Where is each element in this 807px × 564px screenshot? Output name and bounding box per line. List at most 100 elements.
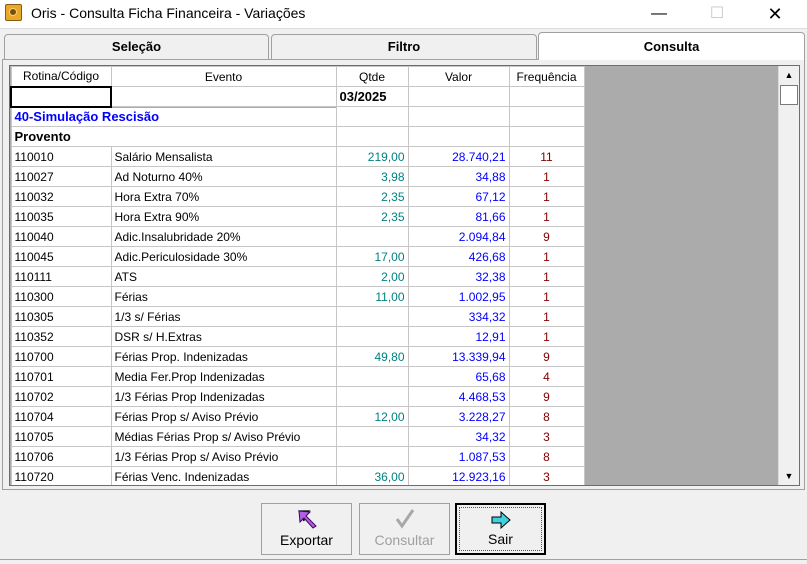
results-grid[interactable]: Rotina/Código Evento Qtde Valor Frequênc…: [9, 65, 800, 486]
cell-codigo: 110010: [10, 146, 112, 167]
tab-selecao[interactable]: Seleção: [4, 34, 269, 60]
cell-valor: 3.228,27: [407, 406, 510, 427]
cell-frequencia: 1: [508, 186, 585, 207]
cell-qtde: [335, 326, 409, 347]
column-header-frequencia[interactable]: Frequência: [508, 66, 585, 87]
cell-codigo: 110027: [10, 166, 112, 187]
checkmark-icon: [360, 507, 449, 531]
sair-label: Sair: [488, 531, 513, 547]
header-row: Rotina/Código Evento Qtde Valor Frequênc…: [10, 66, 585, 87]
cell-qtde: 49,80: [335, 346, 409, 367]
table-row[interactable]: 110032 Hora Extra 70% 2,35 67,12 1: [10, 186, 585, 207]
group-label: 40-Simulação Rescisão: [10, 106, 337, 127]
cell-valor: 65,68: [407, 366, 510, 387]
cell-frequencia: 4: [508, 366, 585, 387]
cell-frequencia: 1: [508, 286, 585, 307]
cell-qtde: 3,98: [335, 166, 409, 187]
table-row[interactable]: 110720 Férias Venc. Indenizadas 36,00 12.92…: [10, 466, 585, 485]
table-row[interactable]: 110702 1/3 Férias Prop Indenizadas 4.468,5…: [10, 386, 585, 407]
consultar-label: Consultar: [374, 532, 435, 548]
cell-qtde: [335, 306, 409, 327]
cell-evento: Adic.Periculosidade 30%: [110, 246, 337, 267]
cell-valor: 12,91: [407, 326, 510, 347]
cell-frequencia: 8: [508, 446, 585, 467]
cell-valor: 32,38: [407, 266, 510, 287]
column-header-valor[interactable]: Valor: [407, 66, 510, 87]
exportar-button[interactable]: Exportar: [261, 503, 352, 555]
tab-filtro[interactable]: Filtro: [271, 34, 537, 60]
cell-valor: 1.087,53: [407, 446, 510, 467]
cell-evento: Salário Mensalista: [110, 146, 337, 167]
consultar-button[interactable]: Consultar: [359, 503, 450, 555]
empty-cell: [407, 106, 510, 127]
cell-evento: Férias: [110, 286, 337, 307]
table-row[interactable]: 110305 1/3 s/ Férias 334,32 1: [10, 306, 585, 327]
cell-frequencia: 1: [508, 266, 585, 287]
column-header-evento[interactable]: Evento: [110, 66, 337, 87]
cell-evento: DSR s/ H.Extras: [110, 326, 337, 347]
cell-qtde: [335, 226, 409, 247]
cell-valor: 28.740,21: [407, 146, 510, 167]
exportar-label: Exportar: [280, 532, 333, 548]
group-row: 40-Simulação Rescisão: [10, 106, 585, 127]
cell-qtde: 2,35: [335, 206, 409, 227]
column-header-qtde[interactable]: Qtde: [335, 66, 409, 87]
cell-codigo: 110701: [10, 366, 112, 387]
exit-arrow-icon: [457, 508, 544, 532]
table-row[interactable]: 110704 Férias Prop s/ Aviso Prévio 12,00 3.…: [10, 406, 585, 427]
results-table: Rotina/Código Evento Qtde Valor Frequênc…: [10, 66, 585, 485]
selected-cell[interactable]: [10, 85, 112, 108]
minimize-button[interactable]: —: [636, 0, 682, 28]
cell-evento: 1/3 Férias Prop Indenizadas: [110, 386, 337, 407]
cell-qtde: [335, 366, 409, 387]
cell-qtde: 2,00: [335, 266, 409, 287]
scroll-thumb[interactable]: [780, 85, 798, 105]
cell-frequencia: 3: [508, 426, 585, 447]
sair-button[interactable]: Sair: [455, 503, 546, 555]
table-row[interactable]: 110700 Férias Prop. Indenizadas 49,80 13.33…: [10, 346, 585, 367]
table-row[interactable]: 110705 Médias Férias Prop s/ Aviso Prévio…: [10, 426, 585, 447]
cell-qtde: [335, 446, 409, 467]
empty-cell: [110, 86, 337, 107]
column-header-rotina[interactable]: Rotina/Código: [10, 66, 112, 87]
table-row[interactable]: 110040 Adic.Insalubridade 20% 2.094,84 9: [10, 226, 585, 247]
section-label: Provento: [10, 126, 337, 147]
cell-codigo: 110702: [10, 386, 112, 407]
cell-valor: 426,68: [407, 246, 510, 267]
empty-cell: [508, 126, 585, 147]
table-row[interactable]: 110352 DSR s/ H.Extras 12,91 1: [10, 326, 585, 347]
scroll-up-arrow-icon[interactable]: ▲: [779, 66, 799, 84]
cell-qtde: [335, 426, 409, 447]
table-row[interactable]: 110111 ATS 2,00 32,38 1: [10, 266, 585, 287]
table-row[interactable]: 110045 Adic.Periculosidade 30% 17,00 426,68…: [10, 246, 585, 267]
export-arrow-icon: [262, 507, 351, 531]
section-row: Provento: [10, 126, 585, 147]
cell-valor: 81,66: [407, 206, 510, 227]
cell-valor: 34,88: [407, 166, 510, 187]
cell-evento: Adic.Insalubridade 20%: [110, 226, 337, 247]
cell-qtde: 17,00: [335, 246, 409, 267]
cell-frequencia: 1: [508, 166, 585, 187]
empty-cell: [508, 86, 585, 107]
scroll-down-arrow-icon[interactable]: ▼: [779, 467, 799, 485]
cell-frequencia: 8: [508, 406, 585, 427]
cell-valor: 67,12: [407, 186, 510, 207]
table-row[interactable]: 110010 Salário Mensalista 219,00 28.740,21 1…: [10, 146, 585, 167]
empty-cell: [508, 106, 585, 127]
table-row[interactable]: 110035 Hora Extra 90% 2,35 81,66 1: [10, 206, 585, 227]
maximize-button[interactable]: ☐: [694, 0, 740, 28]
close-button[interactable]: ✕: [752, 0, 798, 28]
cell-frequencia: 3: [508, 466, 585, 485]
cell-frequencia: 1: [508, 306, 585, 327]
cell-frequencia: 9: [508, 386, 585, 407]
cell-frequencia: 11: [508, 146, 585, 167]
cell-qtde: 11,00: [335, 286, 409, 307]
table-row[interactable]: 110027 Ad Noturno 40% 3,98 34,88 1: [10, 166, 585, 187]
tab-consulta[interactable]: Consulta: [538, 32, 805, 60]
cell-codigo: 110720: [10, 466, 112, 485]
table-row[interactable]: 110706 1/3 Férias Prop s/ Aviso Prévio 1.0…: [10, 446, 585, 467]
cell-frequencia: 1: [508, 326, 585, 347]
table-row[interactable]: 110701 Media Fer.Prop Indenizadas 65,68 4: [10, 366, 585, 387]
vertical-scrollbar[interactable]: ▲ ▼: [778, 66, 799, 485]
table-row[interactable]: 110300 Férias 11,00 1.002,95 1: [10, 286, 585, 307]
